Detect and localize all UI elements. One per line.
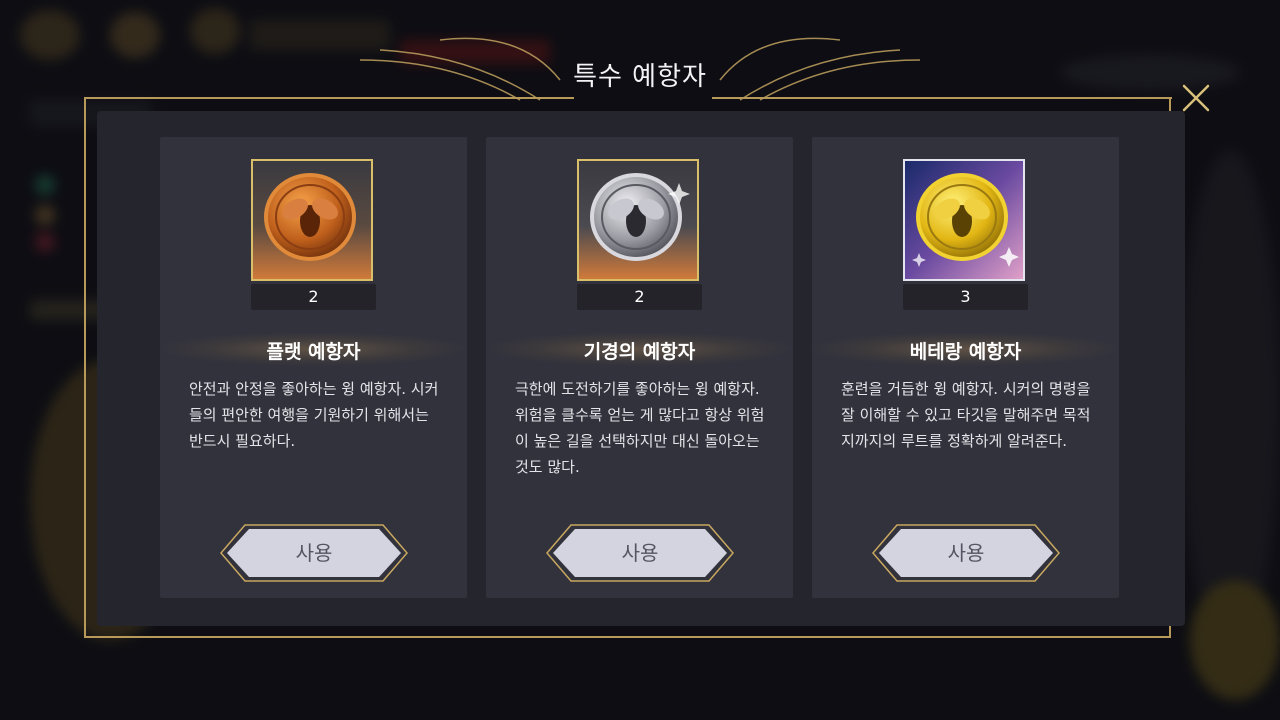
dialog-title: 특수 예항자: [573, 62, 707, 92]
close-icon: [1182, 84, 1210, 112]
card-title: 기경의 예항자: [583, 341, 696, 363]
card-title: 플랫 예항자: [266, 341, 361, 363]
use-button[interactable]: 사용: [219, 524, 409, 582]
card-flat-guide: 2 플랫 예항자 안전과 안정을 좋아하는 윙 예항자. 시커들의 편안한 여행…: [160, 137, 467, 598]
close-button[interactable]: [1178, 80, 1214, 116]
use-button[interactable]: 사용: [545, 524, 735, 582]
use-button-label: 사용: [947, 541, 985, 565]
card-veteran-guide: 3 베테랑 예항자 훈련을 거듭한 윙 예항자. 시커의 명령을 잘 이해할 수…: [812, 137, 1119, 598]
card-description: 안전과 안정을 좋아하는 윙 예항자. 시커들의 편안한 여행을 기원하기 위해…: [189, 380, 439, 450]
silver-bee-coin-icon: [577, 159, 699, 281]
item-count: 3: [903, 284, 1028, 310]
use-button[interactable]: 사용: [871, 524, 1061, 582]
card-description: 극한에 도전하기를 좋아하는 윙 예항자. 위험을 클수록 얻는 게 많다고 항…: [515, 380, 765, 476]
card-description: 훈련을 거듭한 윙 예항자. 시커의 명령을 잘 이해할 수 있고 타깃을 말해…: [841, 380, 1091, 450]
card-title: 베테랑 예항자: [909, 341, 1022, 363]
use-button-label: 사용: [295, 541, 333, 565]
gold-bee-coin-icon: [903, 159, 1025, 281]
card-thrill-guide: 2 기경의 예항자 극한에 도전하기를 좋아하는 윙 예항자. 위험을 클수록 …: [486, 137, 793, 598]
frame-top-left-line: [84, 97, 574, 99]
item-count: 2: [577, 284, 702, 310]
item-count: 2: [251, 284, 376, 310]
frame-top-right-line: [712, 97, 1172, 99]
use-button-label: 사용: [621, 541, 659, 565]
bronze-bee-coin-icon: [251, 159, 373, 281]
